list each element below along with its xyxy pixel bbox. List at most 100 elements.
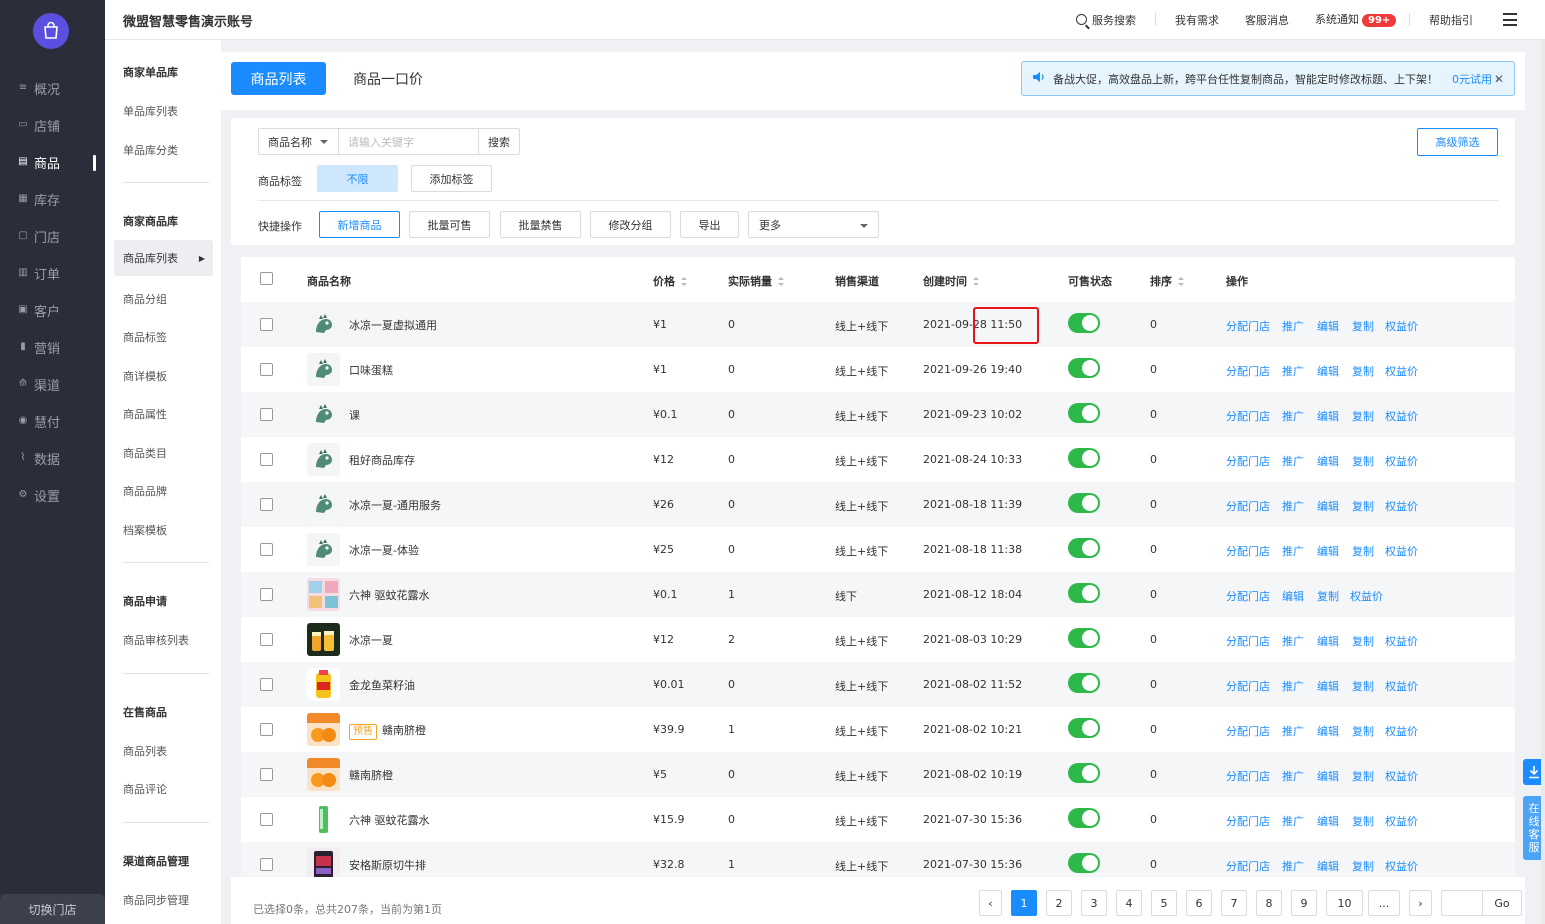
assign-store-link[interactable]: 分配门店 [1226,318,1270,334]
nav-item-marketing[interactable]: ▮ 营销 [0,334,105,360]
menu-icon[interactable] [1503,13,1517,26]
page-button[interactable]: 9 [1291,890,1317,916]
edit-link[interactable]: 编辑 [1317,318,1339,334]
copy-link[interactable]: 复制 [1317,588,1339,604]
product-thumbnail[interactable] [307,623,340,656]
nav-item-inventory[interactable]: ▦ 库存 [0,186,105,212]
promote-link[interactable]: 推广 [1282,543,1304,559]
edit-link[interactable]: 编辑 [1317,813,1339,829]
sellable-toggle[interactable] [1068,313,1100,333]
member-price-link[interactable]: 权益价 [1385,768,1418,784]
member-price-link[interactable]: 权益价 [1385,453,1418,469]
service-search-link[interactable]: 服务搜索 [1076,12,1136,30]
page-button[interactable]: 1 [1011,890,1037,916]
subnav-item[interactable]: 商品标签 [123,329,167,345]
subnav-item[interactable]: 商品同步管理 [123,892,189,908]
sellable-toggle[interactable] [1068,403,1100,423]
nav-item-data[interactable]: ⌇ 数据 [0,445,105,471]
free-trial-link[interactable]: 0元试用 › [1452,71,1500,87]
assign-store-link[interactable]: 分配门店 [1226,768,1270,784]
assign-store-link[interactable]: 分配门店 [1226,723,1270,739]
subnav-item[interactable]: 商品列表 [123,743,167,759]
row-checkbox[interactable] [260,678,273,691]
add-tag-button[interactable]: 添加标签 [411,165,492,192]
more-select[interactable]: 更多 [748,211,879,238]
col-sales[interactable]: 实际销量 [728,273,786,289]
member-price-link[interactable]: 权益价 [1385,543,1418,559]
assign-store-link[interactable]: 分配门店 [1226,678,1270,694]
product-thumbnail[interactable] [307,668,340,701]
sellable-toggle[interactable] [1068,358,1100,378]
assign-store-link[interactable]: 分配门店 [1226,588,1270,604]
copy-link[interactable]: 复制 [1352,633,1374,649]
tab-one-price[interactable]: 商品一口价 [343,62,433,95]
edit-link[interactable]: 编辑 [1282,588,1304,604]
page-scrollbar[interactable] [1541,40,1545,924]
sellable-toggle[interactable] [1068,808,1100,828]
product-thumbnail[interactable] [307,578,340,611]
nav-item-shop[interactable]: ▢ 门店 [0,223,105,249]
member-price-link[interactable]: 权益价 [1385,858,1418,874]
row-checkbox[interactable] [260,318,273,331]
nav-item-settings[interactable]: ⚙ 设置 [0,482,105,508]
promote-link[interactable]: 推广 [1282,453,1304,469]
page-button[interactable]: 2 [1046,890,1072,916]
promote-link[interactable]: 推广 [1282,858,1304,874]
copy-link[interactable]: 复制 [1352,453,1374,469]
nav-item-channel[interactable]: ⟰ 渠道 [0,371,105,397]
sellable-toggle[interactable] [1068,673,1100,693]
cs-message-link[interactable]: 客服消息 [1245,12,1289,28]
nav-item-goods[interactable]: ▤ 商品 [0,149,105,175]
copy-link[interactable]: 复制 [1352,408,1374,424]
row-checkbox[interactable] [260,858,273,871]
search-button[interactable]: 搜索 [479,129,519,154]
page-button[interactable]: 3 [1081,890,1107,916]
edit-link[interactable]: 编辑 [1317,363,1339,379]
batch-sellable-button[interactable]: 批量可售 [409,211,490,238]
copy-link[interactable]: 复制 [1352,543,1374,559]
sellable-toggle[interactable] [1068,538,1100,558]
member-price-link[interactable]: 权益价 [1385,813,1418,829]
member-price-link[interactable]: 权益价 [1385,633,1418,649]
page-button[interactable]: ... [1368,890,1400,916]
product-thumbnail[interactable] [307,758,340,791]
subnav-item[interactable]: 商详模板 [123,368,167,384]
help-link[interactable]: 帮助指引 [1429,12,1473,28]
edit-link[interactable]: 编辑 [1317,408,1339,424]
row-checkbox[interactable] [260,768,273,781]
row-checkbox[interactable] [260,498,273,511]
product-name[interactable]: 课 [349,407,360,423]
product-thumbnail[interactable] [307,353,340,386]
page-button[interactable]: 10 [1326,890,1363,916]
subnav-item[interactable]: 商品评论 [123,781,167,797]
member-price-link[interactable]: 权益价 [1385,363,1418,379]
nav-item-store[interactable]: ▭ 店铺 [0,112,105,138]
product-name[interactable]: 口味蛋糕 [349,362,393,378]
subnav-item[interactable]: 商品类目 [123,445,167,461]
assign-store-link[interactable]: 分配门店 [1226,813,1270,829]
product-thumbnail[interactable] [307,848,340,877]
subnav-item[interactable]: 档案模板 [123,522,167,538]
sellable-toggle[interactable] [1068,853,1100,873]
member-price-link[interactable]: 权益价 [1385,678,1418,694]
copy-link[interactable]: 复制 [1352,813,1374,829]
change-group-button[interactable]: 修改分组 [590,211,671,238]
promote-link[interactable]: 推广 [1282,498,1304,514]
sellable-toggle[interactable] [1068,448,1100,468]
promote-link[interactable]: 推广 [1282,723,1304,739]
search-field-select[interactable]: 商品名称 [259,129,339,154]
member-price-link[interactable]: 权益价 [1385,723,1418,739]
subnav-item[interactable]: 商品品牌 [123,483,167,499]
product-thumbnail[interactable] [307,533,340,566]
product-name[interactable]: 六神 驱蚊花露水 [349,587,430,603]
product-name[interactable]: 金龙鱼菜籽油 [349,677,415,693]
promote-link[interactable]: 推广 [1282,363,1304,379]
col-price[interactable]: 价格 [653,273,689,289]
edit-link[interactable]: 编辑 [1317,723,1339,739]
row-checkbox[interactable] [260,588,273,601]
promote-link[interactable]: 推广 [1282,408,1304,424]
product-thumbnail[interactable] [307,443,340,476]
subnav-item[interactable]: 商品库列表 ▶ [114,240,213,276]
product-thumbnail[interactable] [307,308,340,341]
sellable-toggle[interactable] [1068,718,1100,738]
